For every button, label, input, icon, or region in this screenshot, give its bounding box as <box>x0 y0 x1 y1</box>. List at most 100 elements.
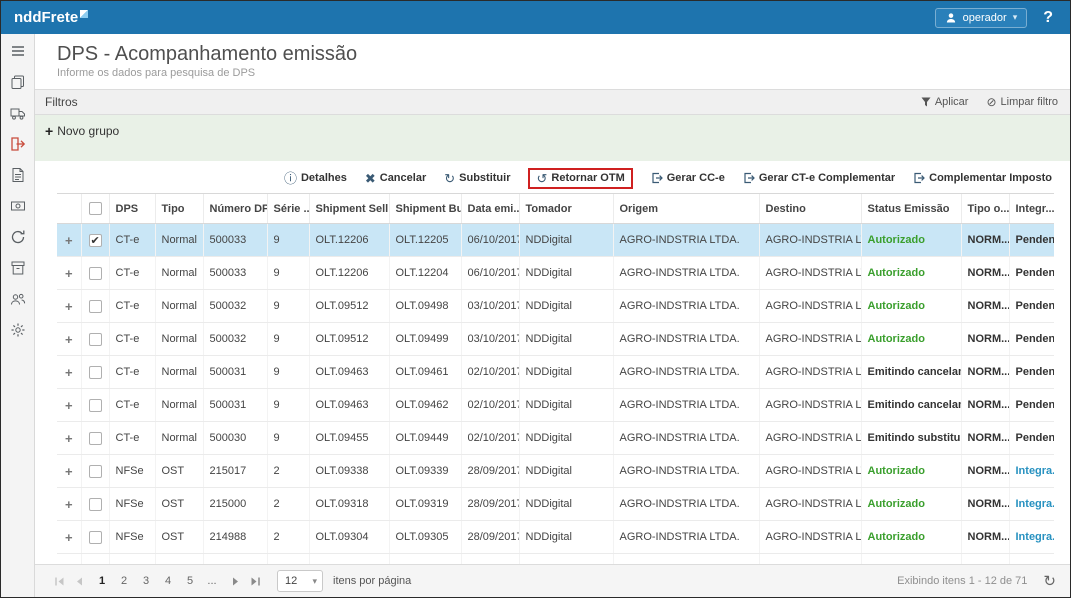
cell-numero-dps: 500031 <box>202 388 267 422</box>
pages-icon[interactable] <box>9 73 27 90</box>
row-expand-button[interactable]: + <box>57 487 81 521</box>
cell-tomador: NDDigital <box>518 223 613 257</box>
substituir-button[interactable]: ↻ Substituir <box>444 172 510 185</box>
cell-tipo: Normal <box>154 289 203 323</box>
retornar-otm-button[interactable]: ↺ Retornar OTM <box>528 167 633 189</box>
table-row[interactable]: + CT-e Normal 500033 9 OLT.12206 OLT.122… <box>57 256 1054 290</box>
row-checkbox[interactable] <box>88 299 102 313</box>
pager: 1 2 3 4 5... 12 ▾ itens por página Exibindo … <box>35 564 1070 597</box>
user-menu-label: operador <box>962 11 1007 24</box>
table-row[interactable]: + CT-e Normal 500032 9 OLT.09512 OLT.094… <box>57 322 1054 356</box>
table-row[interactable]: + CT-e Normal 500031 9 OLT.09463 OLT.094… <box>57 388 1054 422</box>
row-expand-button[interactable]: + <box>57 454 81 488</box>
header-serie[interactable]: Série ... <box>266 194 309 224</box>
cell-tipo-o: NORM... <box>960 223 1009 257</box>
gerar-cce-button[interactable]: Gerar CC-e <box>651 172 725 184</box>
filters-bar: Filtros Aplicar ⊘ Limpar filtro <box>35 89 1070 115</box>
apply-filter-button[interactable]: Aplicar <box>921 96 968 108</box>
page-button-5[interactable]: 5 <box>179 572 201 590</box>
row-checkbox[interactable] <box>88 464 102 478</box>
menu-icon[interactable] <box>9 42 27 59</box>
money-icon[interactable] <box>9 197 27 214</box>
header-integr[interactable]: Integr... <box>1008 194 1054 224</box>
header-shipment-buy[interactable]: Shipment Buy <box>388 194 461 224</box>
row-checkbox[interactable] <box>88 431 102 445</box>
table-row[interactable]: + NFSe OST 214988 2 OLT.09304 OLT.09305 … <box>57 520 1054 554</box>
table-row[interactable]: + NFSe OST 215017 2 OLT.09338 OLT.09339 … <box>57 454 1054 488</box>
prev-page-button[interactable] <box>69 571 89 591</box>
page-size-dropdown[interactable]: 12 ▾ <box>277 570 323 592</box>
first-page-button[interactable] <box>49 571 69 591</box>
row-expand-button[interactable]: + <box>57 388 81 422</box>
dps-exit-icon[interactable] <box>9 135 27 152</box>
refresh-money-icon[interactable] <box>9 228 27 245</box>
table-row[interactable]: + CT-e Normal 500033 9 OLT.12206 OLT.122… <box>57 223 1054 257</box>
page-button-1[interactable]: 1 <box>91 572 113 590</box>
row-checkbox[interactable] <box>88 365 102 379</box>
row-expand-button[interactable]: + <box>57 322 81 356</box>
archive-icon[interactable] <box>9 259 27 276</box>
row-checkbox[interactable] <box>88 332 102 346</box>
cell-integr: Penden... <box>1008 322 1054 356</box>
pager-status: Exibindo itens 1 - 12 de 71 <box>897 575 1028 587</box>
header-numero-dps[interactable]: Número DPS <box>202 194 267 224</box>
cell-tomador: NDDigital <box>518 322 613 356</box>
table-row[interactable]: + NFSe OST 215000 2 OLT.09318 OLT.09319 … <box>57 487 1054 521</box>
header-shipment-sell[interactable]: Shipment Sell <box>308 194 389 224</box>
header-tipo-o[interactable]: Tipo o... <box>960 194 1009 224</box>
header-destino[interactable]: Destino <box>758 194 861 224</box>
user-menu-button[interactable]: operador ▾ <box>934 7 1028 28</box>
row-checkbox[interactable] <box>88 233 102 247</box>
grid-body: DPS Tipo Número DPS Série ... Shipment S… <box>57 193 1054 566</box>
cell-dps: NFSe <box>108 487 155 521</box>
header-tipo[interactable]: Tipo <box>154 194 203 224</box>
header-tomador[interactable]: Tomador <box>518 194 613 224</box>
more-pages-button[interactable]: ... <box>201 572 223 590</box>
clear-filter-button[interactable]: ⊘ Limpar filtro <box>986 96 1058 108</box>
row-expand-button[interactable]: + <box>57 223 81 257</box>
brand-logo[interactable]: nddFrete <box>14 9 89 26</box>
document-icon[interactable] <box>9 166 27 183</box>
header-status-emissao[interactable]: Status Emissão <box>860 194 961 224</box>
cell-status-emissao: Emitindo substituição <box>860 421 961 455</box>
row-checkbox-cell <box>80 355 109 389</box>
page-button-2[interactable]: 2 <box>113 572 135 590</box>
table-row[interactable]: + CT-e Normal 500031 9 OLT.09463 OLT.094… <box>57 355 1054 389</box>
row-checkbox[interactable] <box>88 497 102 511</box>
refresh-grid-icon[interactable]: ↻ <box>1043 574 1056 589</box>
row-expand-button[interactable]: + <box>57 421 81 455</box>
truck-icon[interactable] <box>9 104 27 121</box>
cell-tipo: OST <box>154 487 203 521</box>
page-button-4[interactable]: 4 <box>157 572 179 590</box>
last-page-button[interactable] <box>245 571 265 591</box>
table-row[interactable]: + CT-e Normal 500032 9 OLT.09512 OLT.094… <box>57 289 1054 323</box>
select-all-checkbox[interactable] <box>88 202 102 215</box>
next-page-button[interactable] <box>225 571 245 591</box>
help-button[interactable]: ? <box>1040 9 1056 27</box>
header-origem[interactable]: Origem <box>612 194 759 224</box>
row-expand-button[interactable]: + <box>57 520 81 554</box>
cell-destino: AGRO-INDSTRIA LTDA. <box>758 454 861 488</box>
header-data-emissao[interactable]: Data emi... <box>460 194 519 224</box>
settings-icon[interactable] <box>9 321 27 338</box>
cell-shipment-buy: OLT.12205 <box>388 223 461 257</box>
row-checkbox[interactable] <box>88 266 102 280</box>
cell-tomador: NDDigital <box>518 388 613 422</box>
table-row[interactable]: + CT-e Normal 500030 9 OLT.09455 OLT.094… <box>57 421 1054 455</box>
detalhes-button[interactable]: ⓘ Detalhes <box>284 172 347 185</box>
row-expand-button[interactable]: + <box>57 256 81 290</box>
cell-dps: CT-e <box>108 256 155 290</box>
row-expand-button[interactable]: + <box>57 289 81 323</box>
row-checkbox-cell <box>80 388 109 422</box>
users-icon[interactable] <box>9 290 27 307</box>
row-checkbox[interactable] <box>88 530 102 544</box>
new-group-button[interactable]: + Novo grupo <box>45 124 119 138</box>
row-checkbox[interactable] <box>88 398 102 412</box>
header-dps[interactable]: DPS <box>108 194 155 224</box>
row-expand-button[interactable]: + <box>57 355 81 389</box>
cancelar-button[interactable]: ✖ Cancelar <box>365 172 426 185</box>
gerar-cte-complementar-button[interactable]: Gerar CT-e Complementar <box>743 172 895 184</box>
complementar-imposto-button[interactable]: Complementar Imposto <box>913 172 1052 184</box>
dps-grid: ⓘ Detalhes ✖ Cancelar ↻ Substituir ↺ Ret… <box>57 167 1054 566</box>
page-button-3[interactable]: 3 <box>135 572 157 590</box>
